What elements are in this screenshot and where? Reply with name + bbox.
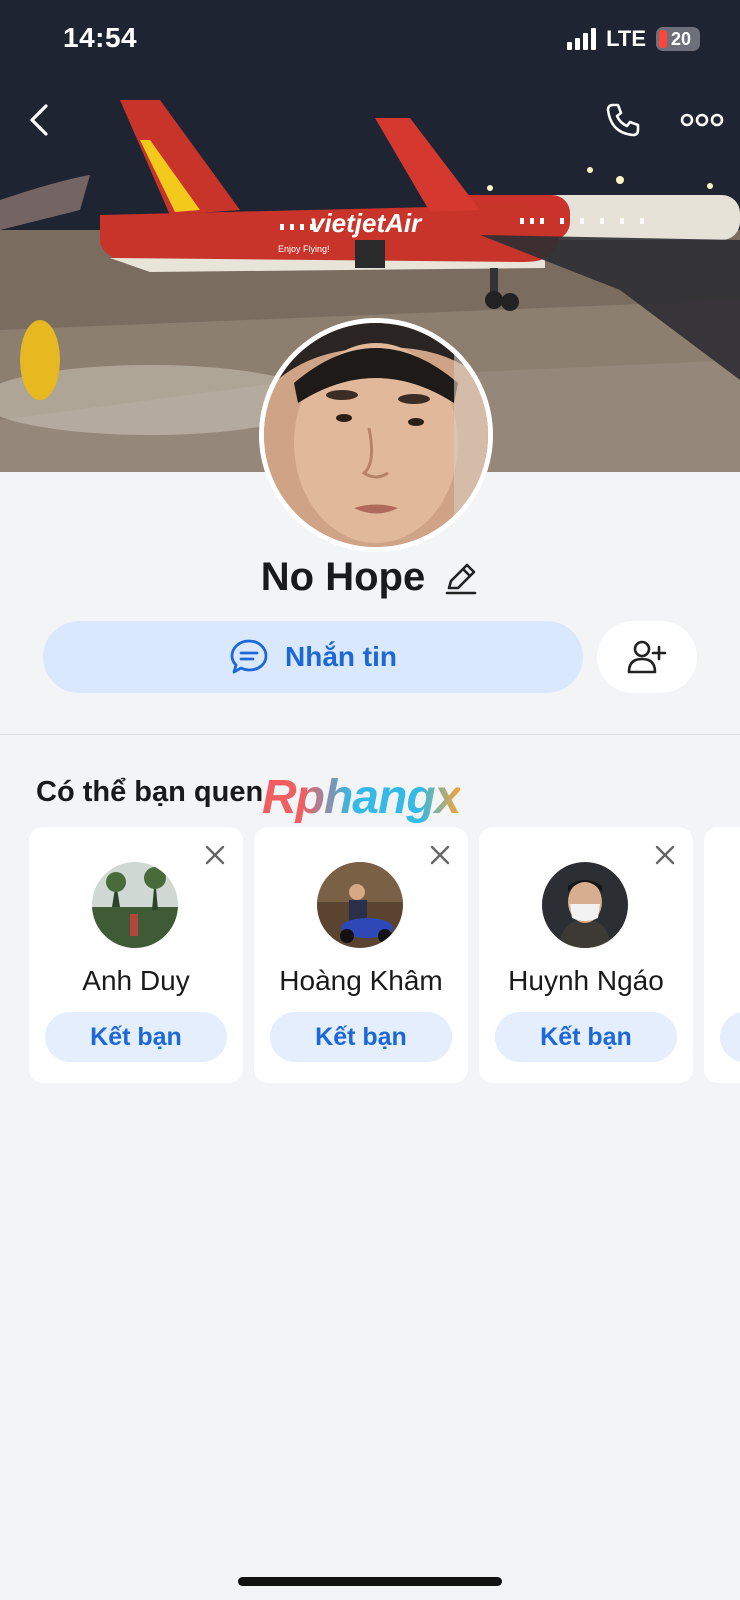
chat-bubble-icon: [230, 639, 268, 674]
suggestions-carousel[interactable]: Anh Duy Kết bạn Hoàng Khâm Kết bạn Huynh…: [29, 827, 740, 1083]
suggestion-card[interactable]: Huynh Ngáo Kết bạn: [479, 827, 693, 1083]
close-icon[interactable]: [203, 843, 227, 867]
call-button[interactable]: [599, 96, 647, 144]
avatar-image: [264, 323, 488, 547]
signal-icon: [567, 28, 597, 50]
chevron-left-icon: [30, 104, 48, 136]
battery-icon: 20: [656, 27, 700, 51]
add-friend-suggestion-button[interactable]: Kết bạn: [45, 1012, 227, 1062]
profile-name-row: No Hope: [0, 555, 740, 600]
add-user-icon: [627, 640, 667, 674]
add-friend-suggestion-button[interactable]: [720, 1012, 740, 1062]
profile-name: No Hope: [260, 555, 426, 599]
status-time: 14:54: [63, 22, 138, 53]
more-horizontal-icon: [680, 113, 724, 127]
profile-avatar[interactable]: [259, 318, 493, 552]
close-icon[interactable]: [428, 843, 452, 867]
network-type: LTE: [606, 26, 646, 51]
more-button[interactable]: [678, 96, 726, 144]
suggestion-name: Huynh Ngáo: [508, 965, 664, 996]
svg-text:Enjoy Flying!: Enjoy Flying!: [278, 244, 330, 254]
watermark-logo: Rphangx: [262, 771, 461, 824]
avatar: [542, 862, 628, 948]
phone-icon: [606, 103, 640, 137]
avatar: [92, 862, 178, 948]
back-button[interactable]: [16, 96, 64, 144]
suggestions-title: Có thể bạn quen: [36, 776, 264, 808]
battery-level: 20: [670, 28, 692, 49]
suggestion-name: Anh Duy: [82, 965, 190, 996]
suggestion-name: Hoàng Khâm: [279, 965, 443, 996]
svg-text:vietjetAir: vietjetAir: [310, 208, 423, 238]
pencil-icon[interactable]: [443, 560, 479, 596]
status-indicators: LTE 20: [567, 26, 700, 52]
suggestion-card[interactable]: [704, 827, 740, 1083]
suggestion-card[interactable]: Anh Duy Kết bạn: [29, 827, 243, 1083]
close-icon[interactable]: [653, 843, 677, 867]
home-indicator: [238, 1577, 502, 1586]
add-friend-button[interactable]: [597, 621, 697, 693]
section-divider: [0, 734, 740, 735]
add-friend-suggestion-button[interactable]: Kết bạn: [495, 1012, 677, 1062]
avatar: [317, 862, 403, 948]
suggestion-card[interactable]: Hoàng Khâm Kết bạn: [254, 827, 468, 1083]
add-friend-suggestion-button[interactable]: Kết bạn: [270, 1012, 452, 1062]
message-button[interactable]: Nhắn tin: [43, 621, 583, 693]
message-label: Nhắn tin: [285, 641, 397, 672]
